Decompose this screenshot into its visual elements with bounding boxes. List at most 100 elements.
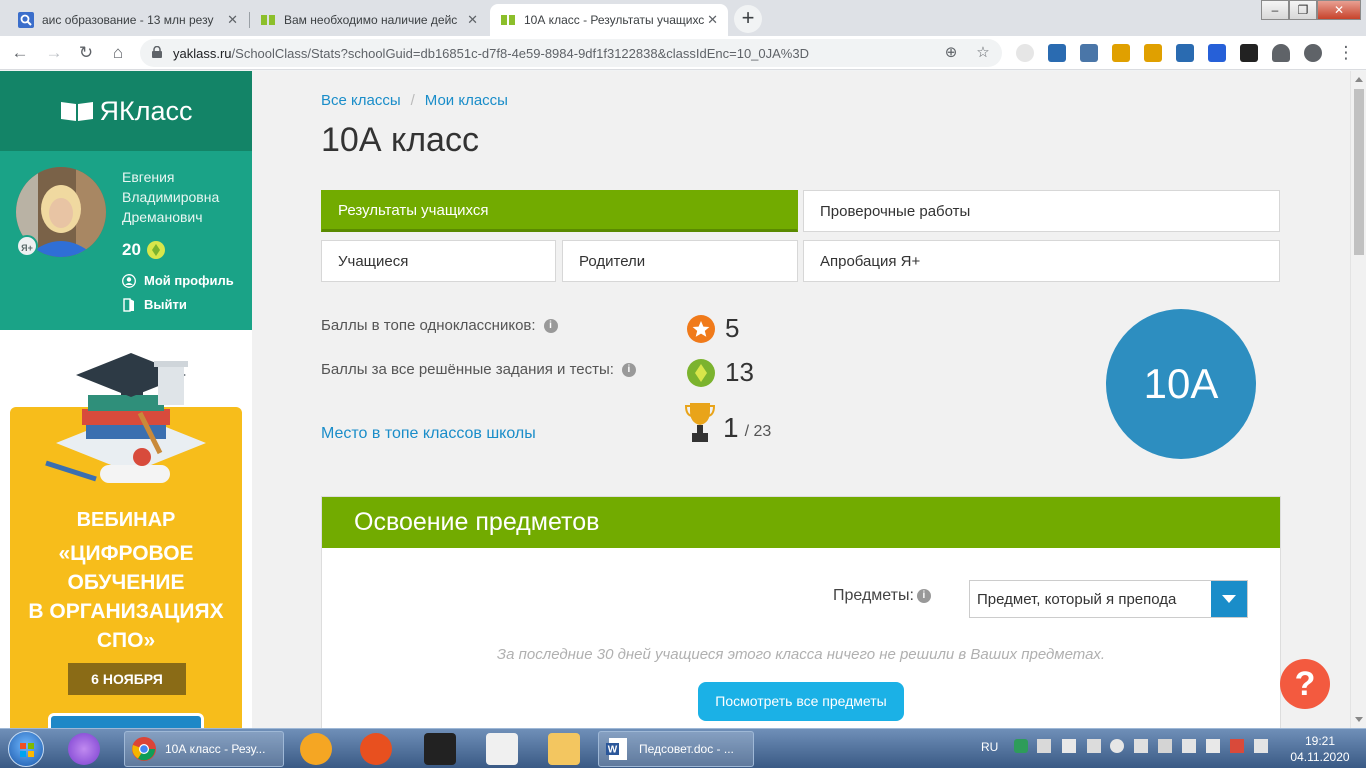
address-path: /SchoolClass/Stats?schoolGuid=db16851c-d… xyxy=(231,46,809,61)
view-all-subjects-button[interactable]: Посмотреть все предметы xyxy=(698,682,904,721)
scroll-down-icon[interactable] xyxy=(1355,717,1363,722)
close-icon[interactable]: ✕ xyxy=(227,12,238,28)
taskbar-word-window[interactable]: W Педсовет.doc - ... xyxy=(598,731,754,767)
star-icon[interactable]: ☆ xyxy=(974,44,992,62)
empty-results-note: За последние 30 дней учащиеся этого клас… xyxy=(496,646,1106,663)
classmates-top-text: Баллы в топе одноклассников: xyxy=(321,317,536,334)
tray-app-icon[interactable] xyxy=(1062,739,1076,753)
info-icon[interactable]: i xyxy=(543,318,558,333)
browser-tab-title: 10А класс - Результаты учащихся xyxy=(524,13,704,27)
class-badge: 10А xyxy=(1106,309,1256,459)
dark-extension-icon[interactable] xyxy=(1240,44,1258,62)
antivirus-tray-icon[interactable] xyxy=(1014,739,1028,753)
browser-tab-notice[interactable]: Вам необходимо наличие дейс ✕ xyxy=(250,4,488,36)
gem-icon xyxy=(687,358,715,387)
tab-approbation[interactable]: Апробация Я+ xyxy=(803,240,1280,282)
banner-title-line: СПО» xyxy=(96,629,156,652)
main-content: Все классы / Мои классы 10А класс Результа… xyxy=(252,71,1350,728)
address-url: yaklass.ru/SchoolClass/Stats?schoolGuid=… xyxy=(173,46,809,61)
subjects-panel: Освоение предметов Предметы: i Предмет, … xyxy=(321,496,1281,728)
back-arrow-icon[interactable]: ← xyxy=(8,41,32,65)
all-tasks-text: Баллы за все решённые задания и тесты: xyxy=(321,361,614,378)
ya-extension-icon[interactable] xyxy=(1208,44,1226,62)
browser-tab-strip: аис образование - 13 млн резу ✕ Вам необ… xyxy=(0,0,1366,36)
address-bar[interactable]: yaklass.ru/SchoolClass/Stats?schoolGuid=… xyxy=(140,39,1002,67)
logo[interactable]: ЯКласс xyxy=(0,71,252,151)
mail-at-icon[interactable] xyxy=(300,733,332,765)
account-icon[interactable] xyxy=(1304,44,1322,62)
breadcrumb-all-classes[interactable]: Все классы xyxy=(321,92,401,109)
clock-date: 04.11.2020 xyxy=(1290,750,1350,764)
user-icon xyxy=(122,273,136,288)
scrollbar-thumb[interactable] xyxy=(1354,89,1364,255)
tray-app-icon[interactable] xyxy=(1037,739,1051,753)
start-button[interactable] xyxy=(8,731,44,767)
books-illustration xyxy=(45,353,206,483)
maximize-button[interactable]: ❐ xyxy=(1289,0,1317,20)
tab-students[interactable]: Учащиеся xyxy=(321,240,556,282)
tab-parents[interactable]: Родители xyxy=(562,240,798,282)
all-tasks-number: 13 xyxy=(725,357,754,387)
subjects-panel-title: Освоение предметов xyxy=(322,497,1280,548)
door-icon xyxy=(123,297,134,312)
network-icon[interactable] xyxy=(1158,739,1172,753)
close-icon[interactable]: ✕ xyxy=(707,12,718,28)
forward-arrow-icon[interactable]: → xyxy=(42,41,66,65)
media-player-icon[interactable] xyxy=(360,733,392,765)
home-extension-icon[interactable] xyxy=(1176,44,1194,62)
subjects-select[interactable]: Предмет, который я препода xyxy=(969,580,1248,618)
tray-app-icon[interactable] xyxy=(1134,739,1148,753)
shield-extension-icon[interactable] xyxy=(1016,44,1034,62)
alice-icon[interactable] xyxy=(68,733,100,765)
book-icon xyxy=(60,102,93,121)
scroll-up-icon[interactable] xyxy=(1355,77,1363,82)
taskbar-chrome-window[interactable]: 10А класс - Резу... xyxy=(124,731,284,767)
info-icon[interactable]: i xyxy=(916,589,931,603)
folder-icon[interactable] xyxy=(548,733,580,765)
profile-link-label: Мой профиль xyxy=(144,273,234,288)
circle-extension-icon[interactable] xyxy=(1144,44,1162,62)
breadcrumb: Все классы / Мои классы xyxy=(321,92,508,109)
circle-extension-icon[interactable] xyxy=(1112,44,1130,62)
clock[interactable]: 19:21 04.11.2020 xyxy=(1284,733,1356,765)
search-favicon xyxy=(18,12,34,28)
breadcrumb-my-classes[interactable]: Мои классы xyxy=(425,92,508,109)
language-indicator[interactable]: RU xyxy=(981,740,998,754)
movie-star-icon[interactable] xyxy=(424,733,456,765)
info-icon[interactable]: i xyxy=(621,362,636,377)
flag-icon[interactable] xyxy=(1182,739,1196,753)
tray-app-icon[interactable] xyxy=(1230,739,1244,753)
tab-tests[interactable]: Проверочные работы xyxy=(803,190,1280,232)
vk-extension-icon[interactable] xyxy=(1080,44,1098,62)
tray-app-icon[interactable] xyxy=(1110,739,1124,753)
new-tab-button[interactable]: + xyxy=(734,5,762,33)
windows-logo-icon xyxy=(20,743,34,757)
subjects-label: Предметы: i xyxy=(833,587,931,605)
menu-dots-icon[interactable]: ⋮ xyxy=(1334,41,1358,65)
page-scrollbar[interactable] xyxy=(1350,71,1366,728)
sidebar: ЯКласс Я+ Евгения Владимировна Дреманови… xyxy=(0,71,252,729)
profile-link[interactable]: Мой профиль xyxy=(122,273,234,288)
logo-text: ЯКласс xyxy=(99,95,193,126)
tray-app-icon[interactable] xyxy=(1087,739,1101,753)
home-icon[interactable]: ⌂ xyxy=(106,41,130,65)
tab-student-results[interactable]: Результаты учащихся xyxy=(321,190,798,232)
add-icon[interactable]: ⊕ xyxy=(942,44,960,62)
video-play-icon[interactable] xyxy=(486,733,518,765)
minimize-button[interactable]: – xyxy=(1261,0,1289,20)
banner-button[interactable] xyxy=(48,713,204,729)
browser-tab-search[interactable]: аис образование - 13 млн резу ✕ xyxy=(8,4,248,36)
school-rank-link[interactable]: Место в топе классов школы xyxy=(321,425,536,443)
volume-icon[interactable] xyxy=(1254,739,1268,753)
logout-link[interactable]: Выйти xyxy=(122,297,187,312)
help-button[interactable]: ? xyxy=(1280,659,1330,709)
reload-icon[interactable]: ↻ xyxy=(74,41,98,65)
tray-app-icon[interactable] xyxy=(1206,739,1220,753)
chevron-down-icon[interactable] xyxy=(1211,581,1247,617)
home-extension-icon[interactable] xyxy=(1048,44,1066,62)
browser-tab-active[interactable]: 10А класс - Результаты учащихся ✕ xyxy=(490,4,728,36)
close-icon[interactable]: ✕ xyxy=(467,12,478,28)
window-close-button[interactable]: ✕ xyxy=(1317,0,1361,20)
ya-plus-badge: Я+ xyxy=(16,235,38,257)
puzzle-icon[interactable] xyxy=(1272,44,1290,62)
